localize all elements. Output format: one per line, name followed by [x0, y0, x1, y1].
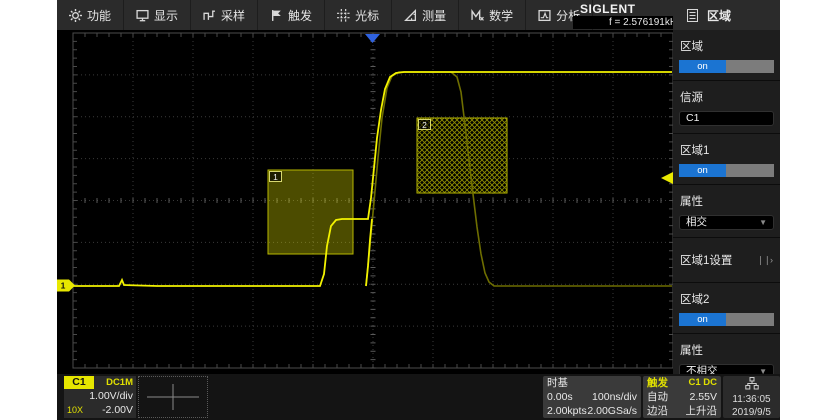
menu-label: 测量: [422, 7, 446, 24]
zone1-attribute-group: 属性 相交 ▼: [673, 185, 780, 238]
clock-time: 11:36:05: [723, 393, 780, 406]
traces: [58, 72, 672, 286]
channel1-badge: C1: [64, 376, 94, 389]
channel1-descriptor[interactable]: C1 DC1M 1.00V/div 10X -2.00V: [64, 376, 136, 418]
timebase-label: 时基: [547, 376, 568, 390]
zone1-box[interactable]: 1: [268, 170, 353, 254]
svg-text:1: 1: [61, 281, 66, 291]
channel1-zero-marker[interactable]: 1: [57, 280, 75, 292]
panel-title: 区域: [707, 7, 731, 24]
siglent-logo: SIGLENT: [580, 2, 636, 16]
toggle-on-segment: on: [679, 313, 726, 326]
menu-label: 显示: [154, 7, 178, 24]
attribute1-dropdown[interactable]: 相交 ▼: [679, 215, 774, 230]
menu-label: 光标: [355, 7, 379, 24]
zone-label: 1: [273, 172, 278, 182]
trigger-source: C1 DC: [688, 376, 717, 390]
trigger-type: 边沿: [647, 404, 668, 418]
graticule: [73, 33, 673, 368]
channel1-probe: 10X: [64, 403, 83, 417]
zone2-enable-group: 区域2 on: [673, 283, 780, 334]
trigger-level-marker[interactable]: [661, 172, 673, 184]
trace-dim-failed: [366, 72, 672, 286]
zone-enable-label: 区域: [680, 38, 774, 54]
zone1-toggle[interactable]: on: [679, 164, 774, 177]
timebase-scale: 100ns/div: [592, 390, 637, 404]
cursor-icon: [337, 9, 350, 22]
menu-label: 数学: [489, 7, 513, 24]
add-channel-placeholder[interactable]: [138, 376, 208, 418]
zone-label: 2: [422, 120, 427, 130]
zone2-label: 区域2: [680, 291, 774, 307]
dialog-list-icon: [687, 9, 698, 22]
zone-dialog-panel: 区域 区域 on 信源 C1 区域1 on: [673, 0, 780, 374]
channel1-scale: 1.00V/div: [64, 389, 136, 403]
menu-label: 触发: [288, 7, 312, 24]
trace-bright-main: [58, 72, 672, 286]
measure-icon: [404, 9, 417, 22]
trigger-position-marker[interactable]: [365, 34, 380, 43]
panel-header: 区域: [673, 0, 780, 30]
top-menu-bar: 功能 显示 采样 触发 光标 测量: [57, 0, 780, 30]
toggle-on-segment: on: [679, 164, 726, 177]
channel1-offset: -2.00V: [102, 403, 136, 417]
timebase-samplerate: 2.00GSa/s: [587, 404, 637, 418]
analysis-icon: [538, 9, 551, 22]
crosshair-icon: [139, 377, 207, 417]
source-label: 信源: [680, 89, 774, 105]
toggle-off-segment: [726, 60, 774, 73]
waveform-area: 12 1: [57, 30, 673, 374]
trigger-slope: 上升沿: [686, 404, 718, 418]
math-icon: [471, 9, 484, 22]
channel1-coupling: DC1M: [94, 376, 136, 389]
acquire-icon: [203, 9, 216, 22]
menu-item-math[interactable]: 数学: [459, 0, 526, 30]
toggle-on-segment: on: [679, 60, 726, 73]
zone1-enable-group: 区域1 on: [673, 134, 780, 185]
menu-item-measure[interactable]: 测量: [392, 0, 459, 30]
oscilloscope-ui: 功能 显示 采样 触发 光标 测量: [57, 0, 780, 420]
trigger-descriptor[interactable]: 触发 C1 DC 自动 2.55V 边沿 上升沿: [643, 376, 721, 418]
menu-label: 功能: [87, 7, 111, 24]
clock-date: 2019/9/5: [723, 406, 780, 419]
menu-item-display[interactable]: 显示: [124, 0, 191, 30]
trigger-label: 触发: [647, 376, 668, 390]
zone-enable-toggle[interactable]: on: [679, 60, 774, 73]
submenu-arrow-icon: ❘❘›: [757, 255, 772, 266]
trigger-level: 2.55V: [690, 390, 717, 404]
attribute2-label: 属性: [680, 342, 774, 358]
chevron-down-icon: ▼: [759, 216, 767, 229]
toggle-off-segment: [726, 164, 774, 177]
trigger-flag-icon: [270, 9, 283, 22]
zone-boxes: 12: [268, 118, 507, 254]
gear-icon: [69, 9, 82, 22]
lan-icon: [745, 377, 759, 390]
waveform-display: 12 1: [57, 30, 673, 374]
attribute1-label: 属性: [680, 193, 774, 209]
zone1-settings-row[interactable]: 区域1设置 ❘❘›: [673, 238, 780, 283]
toggle-off-segment: [726, 313, 774, 326]
menu-item-utility[interactable]: 功能: [57, 0, 124, 30]
screenshot-stage: 功能 显示 采样 触发 光标 测量: [0, 0, 840, 420]
timebase-delay: 0.00s: [547, 390, 573, 404]
source-select[interactable]: C1: [679, 111, 774, 126]
zone2-box[interactable]: 2: [417, 118, 507, 193]
zone2-toggle[interactable]: on: [679, 313, 774, 326]
display-icon: [136, 9, 149, 22]
zone1-settings-label: 区域1设置: [680, 252, 732, 268]
menu-label: 采样: [221, 7, 245, 24]
menu-item-cursors[interactable]: 光标: [325, 0, 392, 30]
zone1-label: 区域1: [680, 142, 774, 158]
timebase-descriptor[interactable]: 时基 0.00s 100ns/div 2.00kpts2.00GSa/s: [543, 376, 641, 418]
zone-enable-group: 区域 on: [673, 30, 780, 81]
attribute1-value: 相交: [686, 216, 707, 229]
menu-item-acquire[interactable]: 采样: [191, 0, 258, 30]
timebase-points: 2.00kpts: [547, 404, 587, 418]
source-value: C1: [686, 112, 699, 125]
trigger-mode: 自动: [647, 390, 668, 404]
bottom-status-bar: C1 DC1M 1.00V/div 10X -2.00V 时基 0.00s 100…: [57, 374, 780, 420]
menu-item-trigger[interactable]: 触发: [258, 0, 325, 30]
source-group: 信源 C1: [673, 81, 780, 134]
datetime-box: 11:36:05 2019/9/5: [723, 376, 780, 418]
